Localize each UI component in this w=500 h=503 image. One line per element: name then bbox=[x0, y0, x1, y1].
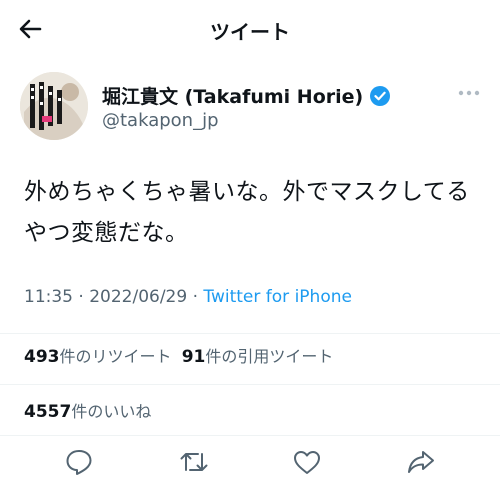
author-handle[interactable]: @takapon_jp bbox=[102, 110, 219, 131]
more-icon[interactable] bbox=[456, 86, 482, 100]
avatar-image bbox=[20, 72, 88, 140]
retweet-count: 493 bbox=[24, 347, 60, 367]
author-name-row: 堀江貴文 (Takafumi Horie) bbox=[102, 82, 391, 109]
tweet-source[interactable]: Twitter for iPhone bbox=[203, 287, 352, 307]
tweet-time[interactable]: 11:35 · 2022/06/29 · bbox=[24, 287, 203, 307]
quote-count: 91 bbox=[181, 347, 206, 367]
quote-label: 件の引用ツイート bbox=[205, 347, 334, 366]
like-stats[interactable]: 4557件のいいね bbox=[24, 398, 151, 422]
tweet-meta: 11:35 · 2022/06/29 · Twitter for iPhone bbox=[24, 287, 352, 307]
retweet-count-link[interactable]: 493件のリツイート bbox=[24, 347, 172, 367]
top-bar: ツイート bbox=[0, 0, 500, 60]
page-title: ツイート bbox=[210, 20, 290, 44]
retweet-stats: 493件のリツイート 91件の引用ツイート bbox=[24, 343, 333, 367]
like-label: 件のいいね bbox=[71, 402, 152, 421]
display-name[interactable]: 堀江貴文 (Takafumi Horie) bbox=[102, 82, 363, 109]
divider bbox=[0, 384, 500, 385]
tweet-text: 外めちゃくちゃ暑いな。外でマスクしてるやつ変態だな。 bbox=[24, 179, 470, 246]
avatar[interactable] bbox=[20, 72, 88, 140]
retweet-icon[interactable] bbox=[178, 446, 210, 478]
retweet-label: 件のリツイート bbox=[59, 347, 172, 366]
divider bbox=[0, 435, 500, 436]
verified-badge-icon bbox=[370, 85, 391, 106]
share-icon[interactable] bbox=[405, 446, 437, 478]
reply-icon[interactable] bbox=[63, 446, 95, 478]
divider bbox=[0, 333, 500, 334]
quote-count-link[interactable]: 91件の引用ツイート bbox=[181, 347, 334, 367]
like-icon[interactable] bbox=[291, 446, 323, 478]
like-count: 4557 bbox=[24, 402, 72, 422]
